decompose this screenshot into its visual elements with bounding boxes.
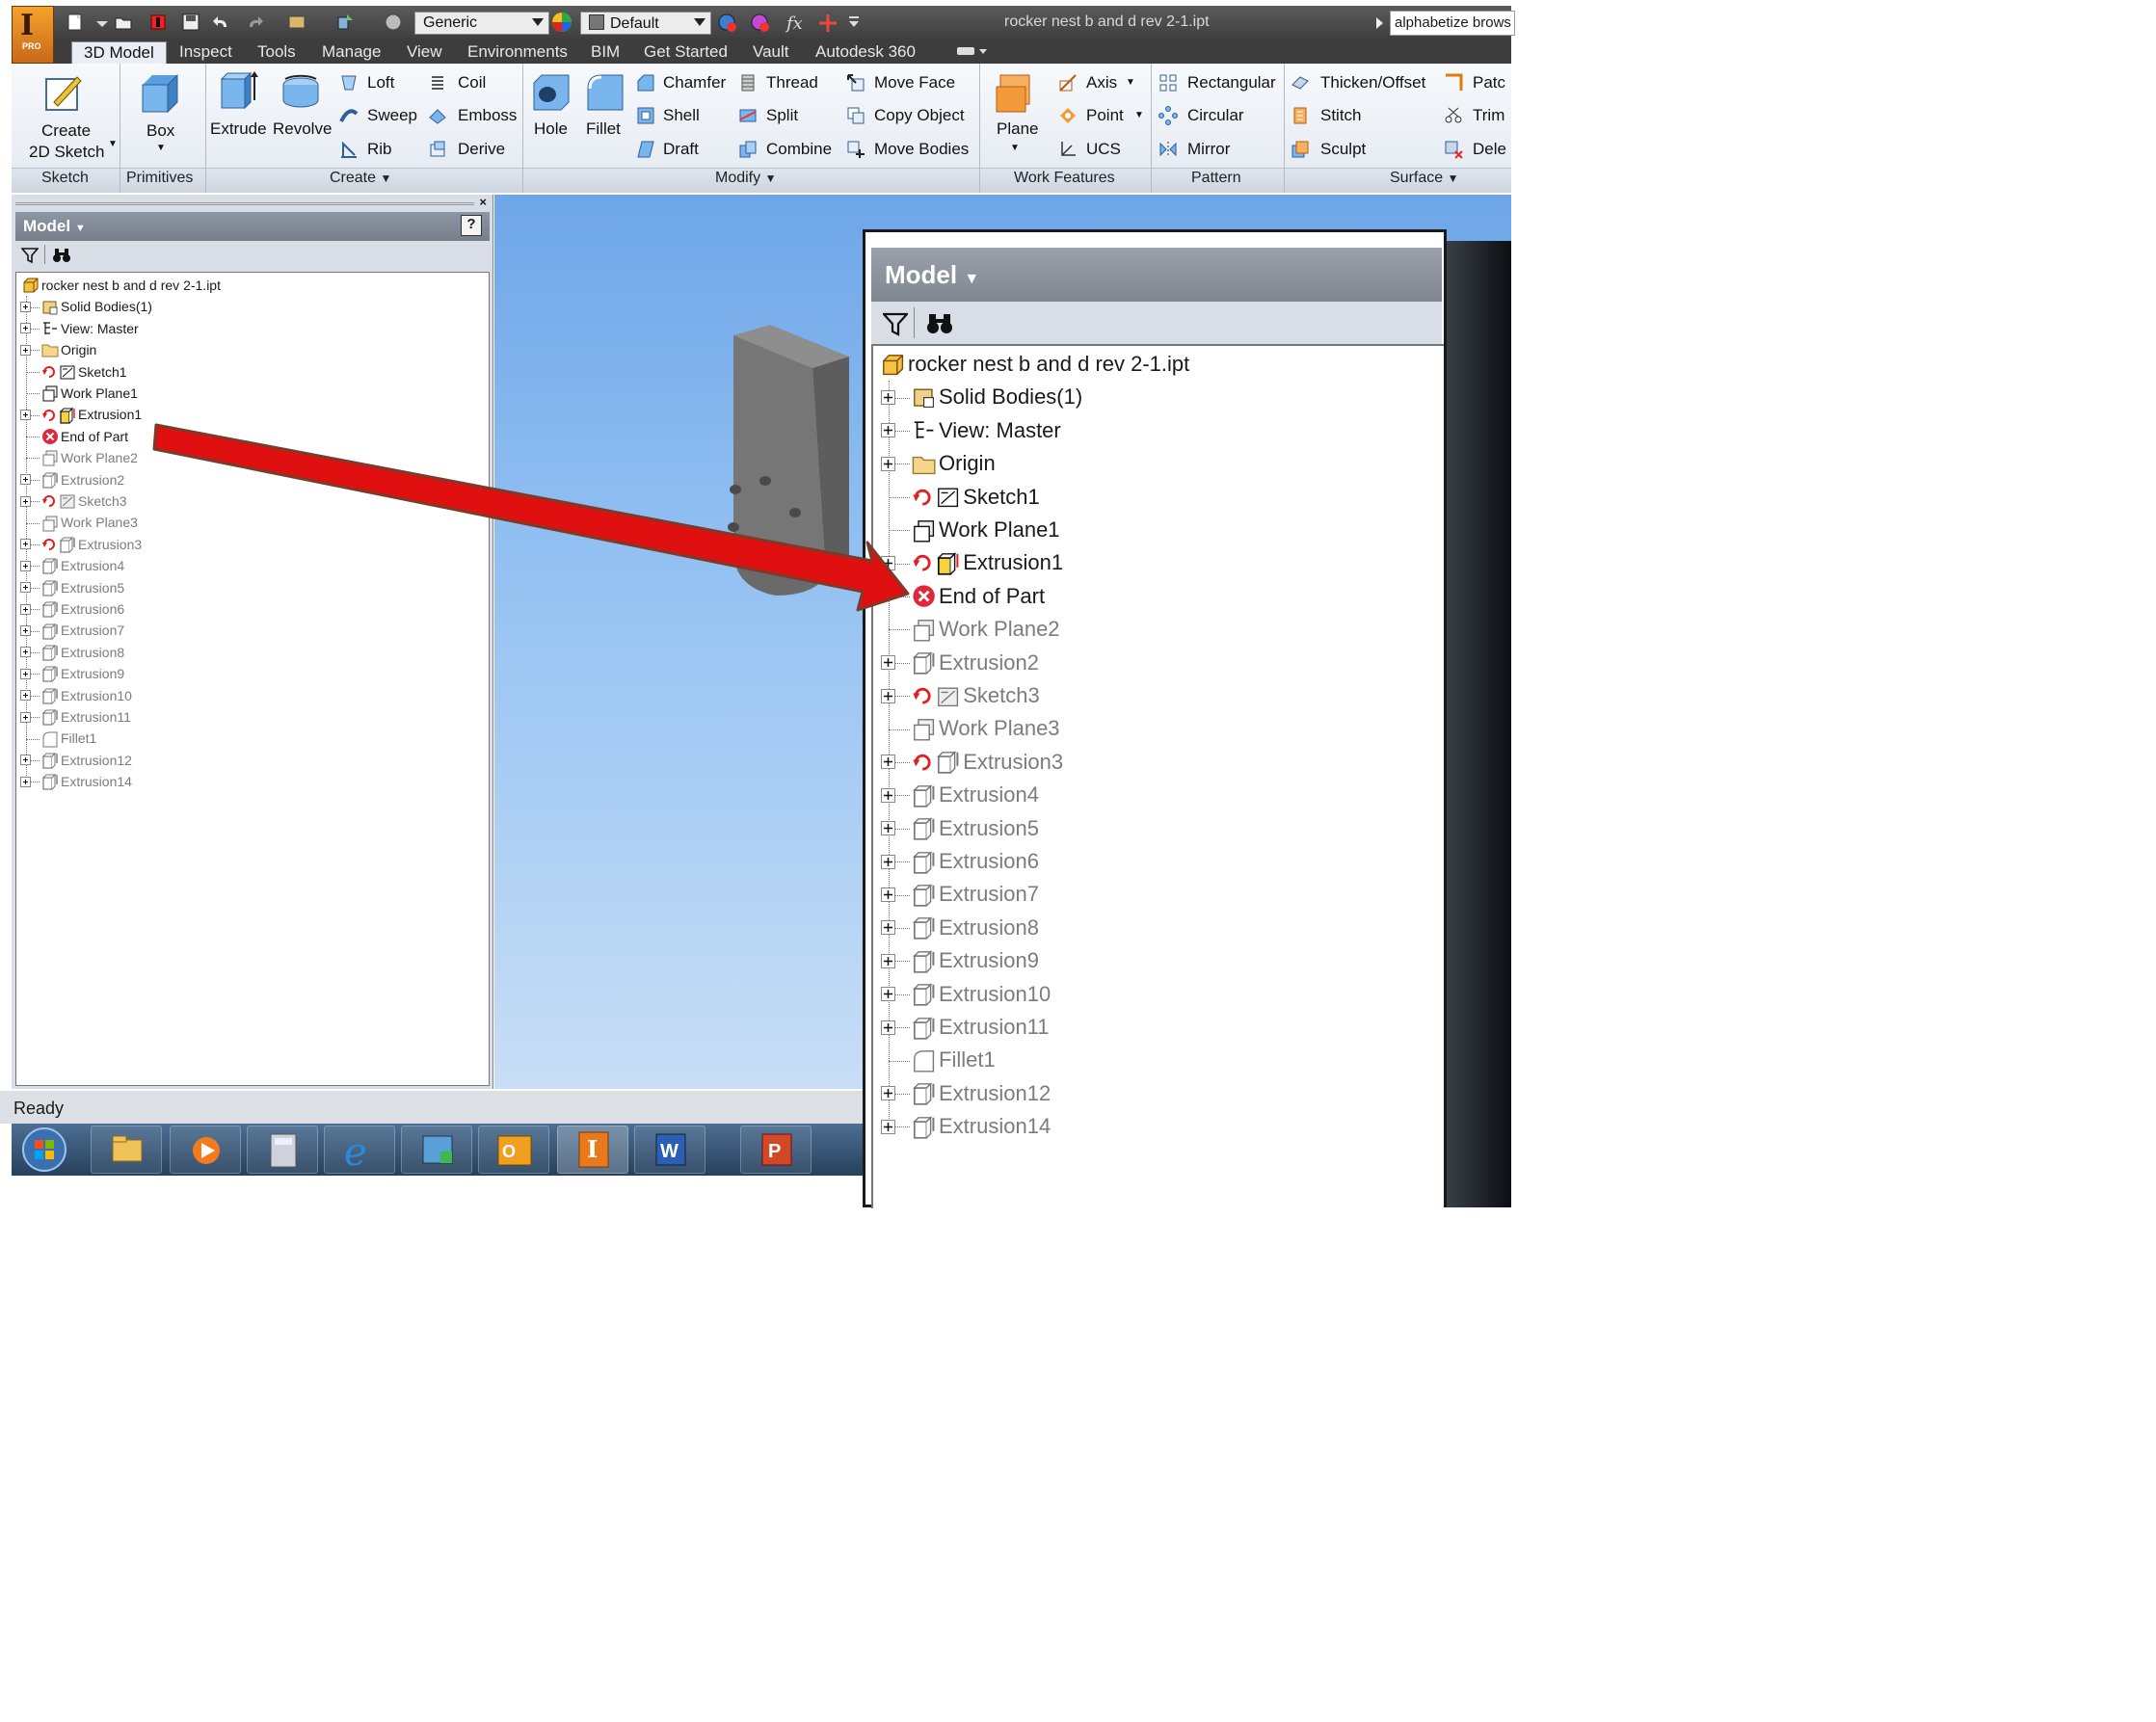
application-menu-button[interactable]: I PRO xyxy=(12,6,54,64)
annotation-arrow xyxy=(152,423,910,612)
app-badge: PRO xyxy=(22,41,41,51)
red-arrow-icon xyxy=(152,423,910,612)
app-letter: I xyxy=(20,9,35,42)
